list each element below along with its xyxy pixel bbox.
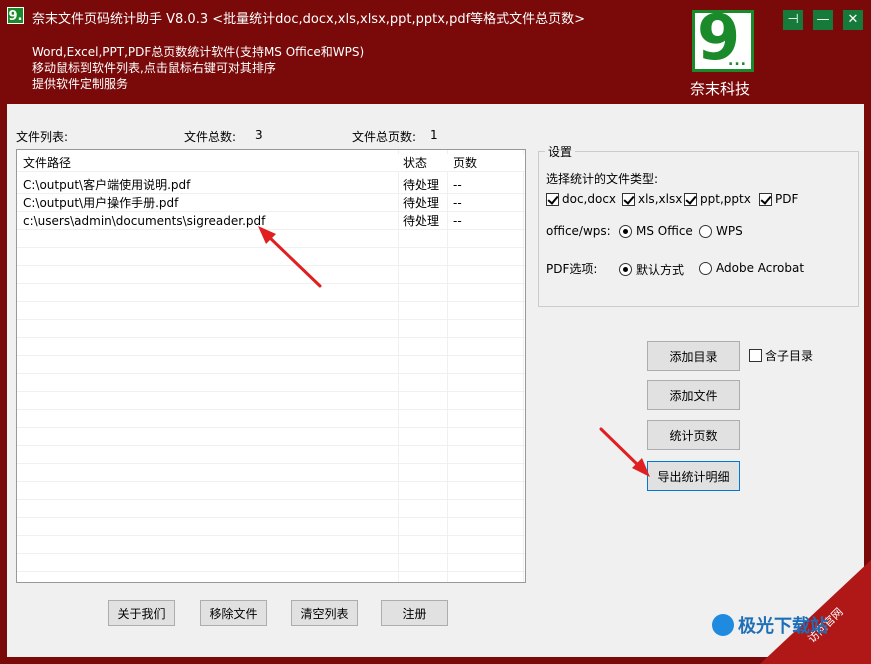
checkbox-label: 含子目录 — [765, 349, 814, 363]
company-logo: 9 ... — [692, 1, 754, 74]
checkbox-label: xls,xlsx — [638, 192, 683, 206]
column-header-pages[interactable]: 页数 — [453, 154, 513, 172]
office-wps-label: office/wps: — [546, 224, 611, 238]
empty-row — [17, 284, 525, 302]
checkbox-pdf[interactable]: PDF — [759, 192, 798, 206]
checkbox-mark — [759, 192, 772, 206]
checkbox-doc-docx[interactable]: doc,docx — [546, 192, 616, 206]
row-path: C:\output\客户端使用说明.pdf — [23, 178, 191, 192]
empty-row — [17, 392, 525, 410]
checkbox-include-subdir[interactable]: 含子目录 — [749, 347, 813, 364]
close-button[interactable]: ✕ — [843, 10, 863, 30]
row-path: c:\users\admin\documents\sigreader.pdf — [23, 214, 266, 228]
column-header-path[interactable]: 文件路径 — [23, 154, 398, 172]
empty-row — [17, 518, 525, 536]
total-files-label: 文件总数: — [184, 130, 237, 144]
radio-mark — [619, 224, 632, 238]
export-details-button[interactable]: 导出统计明细 — [647, 461, 740, 491]
checkbox-label: PDF — [775, 192, 799, 206]
company-name: 奈末科技 — [690, 80, 751, 98]
row-path: C:\output\用户操作手册.pdf — [23, 196, 179, 210]
total-pages-label: 文件总页数: — [352, 130, 417, 144]
empty-row — [17, 374, 525, 392]
watermark-logo-icon — [712, 614, 734, 636]
row-pages: -- — [453, 178, 462, 192]
checkbox-label: ppt,pptx — [700, 192, 751, 206]
file-types-label: 选择统计的文件类型: — [546, 172, 659, 186]
radio-wps[interactable]: WPS — [699, 224, 743, 238]
empty-row — [17, 356, 525, 374]
settings-group-title: 设置 — [545, 143, 576, 160]
empty-row — [17, 536, 525, 554]
window-title: 奈末文件页码统计助手 V8.0.3 <批量统计doc,docx,xls,xlsx… — [32, 12, 586, 27]
checkbox-label: doc,docx — [562, 192, 617, 206]
empty-row — [17, 446, 525, 464]
add-file-button[interactable]: 添加文件 — [647, 380, 740, 410]
row-pages: -- — [453, 196, 462, 210]
row-status: 待处理 — [403, 178, 440, 192]
pin-button[interactable]: ⊣ — [783, 10, 803, 30]
table-row[interactable]: C:\output\客户端使用说明.pdf 待处理 -- — [17, 176, 525, 194]
empty-row — [17, 554, 525, 572]
pdf-option-label: PDF选项: — [546, 262, 598, 276]
row-status: 待处理 — [403, 214, 440, 228]
radio-label: Adobe Acrobat — [716, 261, 805, 275]
remove-file-button[interactable]: 移除文件 — [200, 600, 267, 626]
empty-row — [17, 500, 525, 518]
empty-row — [17, 302, 525, 320]
radio-label: 默认方式 — [636, 263, 685, 277]
table-row[interactable]: c:\users\admin\documents\sigreader.pdf 待… — [17, 212, 525, 230]
radio-label: WPS — [716, 224, 743, 238]
total-files-value: 3 — [255, 128, 263, 142]
empty-row — [17, 482, 525, 500]
radio-adobe-acrobat[interactable]: Adobe Acrobat — [699, 261, 804, 275]
logo-dots: ... — [728, 53, 747, 69]
radio-default-method[interactable]: 默认方式 — [619, 261, 684, 278]
file-list-table[interactable]: 文件路径 状态 页数 C:\output\客户端使用说明.pdf 待处理 -- … — [16, 149, 526, 583]
client-area: 文件列表: 文件总数: 3 文件总页数: 1 文件路径 状态 页数 C:\out… — [7, 104, 864, 657]
radio-mark — [699, 224, 712, 238]
count-pages-button[interactable]: 统计页数 — [647, 420, 740, 450]
checkbox-mark — [749, 349, 762, 362]
radio-ms-office[interactable]: MS Office — [619, 224, 693, 238]
empty-row — [17, 410, 525, 428]
table-header: 文件路径 状态 页数 — [17, 154, 525, 172]
app-icon: 9. — [7, 7, 24, 24]
add-directory-button[interactable]: 添加目录 — [647, 341, 740, 371]
desc-line-3: 提供软件定制服务 — [32, 77, 129, 91]
row-pages: -- — [453, 214, 462, 228]
about-us-button[interactable]: 关于我们 — [108, 600, 175, 626]
checkbox-mark — [622, 192, 635, 206]
file-list-label: 文件列表: — [16, 130, 69, 144]
empty-row — [17, 320, 525, 338]
watermark: 极光下载站 — [712, 612, 828, 638]
desc-line-2: 移动鼠标到软件列表,点击鼠标右键可对其排序 — [32, 61, 276, 75]
register-button[interactable]: 注册 — [381, 600, 448, 626]
total-pages-value: 1 — [430, 128, 438, 142]
empty-row — [17, 266, 525, 284]
checkbox-mark — [684, 192, 697, 206]
checkbox-xls-xlsx[interactable]: xls,xlsx — [622, 192, 682, 206]
empty-row — [17, 428, 525, 446]
empty-row — [17, 230, 525, 248]
radio-mark — [699, 261, 712, 275]
clear-list-button[interactable]: 清空列表 — [291, 600, 358, 626]
radio-label: MS Office — [636, 224, 693, 238]
watermark-brand: 极光下载站 — [738, 616, 828, 637]
column-header-status[interactable]: 状态 — [403, 154, 447, 172]
radio-mark — [619, 263, 632, 276]
row-status: 待处理 — [403, 196, 440, 210]
empty-row — [17, 464, 525, 482]
minimize-button[interactable]: — — [813, 10, 833, 30]
empty-row — [17, 572, 525, 582]
checkbox-ppt-pptx[interactable]: ppt,pptx — [684, 192, 751, 206]
desc-line-1: Word,Excel,PPT,PDF总页数统计软件(支持MS Office和WP… — [32, 45, 365, 59]
empty-row — [17, 248, 525, 266]
table-row[interactable]: C:\output\用户操作手册.pdf 待处理 -- — [17, 194, 525, 212]
empty-row — [17, 338, 525, 356]
checkbox-mark — [546, 192, 559, 206]
title-bar: 9. 奈末文件页码统计助手 V8.0.3 <批量统计doc,docx,xls,x… — [0, 0, 871, 104]
